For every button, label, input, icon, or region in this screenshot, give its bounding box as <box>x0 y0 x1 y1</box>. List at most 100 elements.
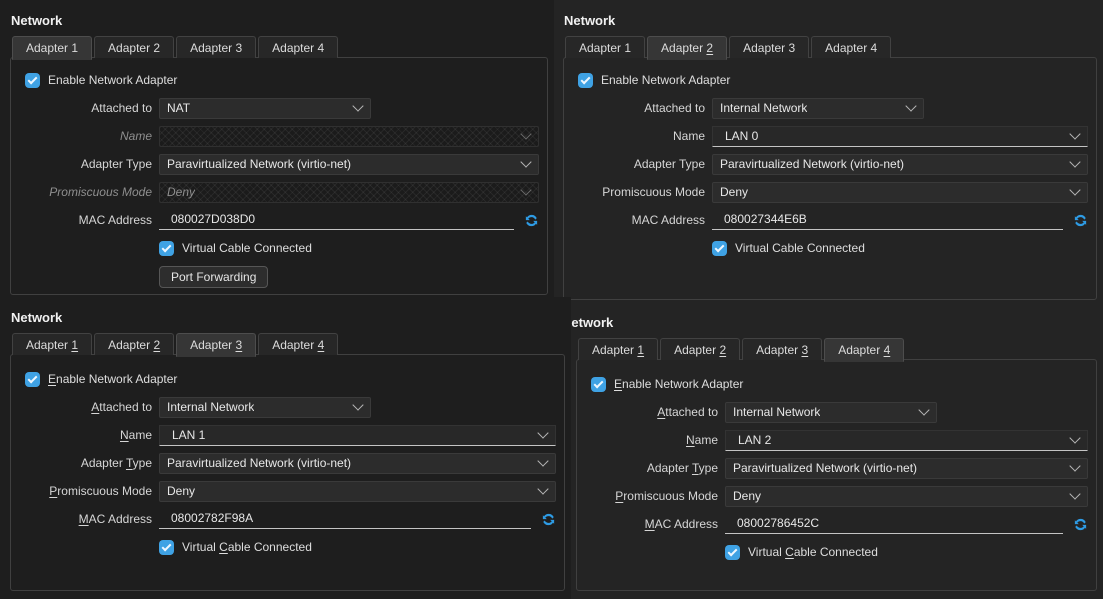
mac-address-field[interactable] <box>712 210 1063 230</box>
mac-address-row: MAC Address <box>11 509 564 529</box>
virtual-cable-checkbox[interactable] <box>159 241 174 256</box>
mac-address-label: MAC Address <box>564 213 712 227</box>
virtual-cable-checkbox[interactable] <box>712 241 727 256</box>
attached-to-select[interactable]: Internal Network <box>725 402 937 423</box>
generate-mac-button[interactable] <box>523 212 539 228</box>
generate-mac-button[interactable] <box>1072 212 1088 228</box>
attached-to-select[interactable]: Internal Network <box>712 98 924 119</box>
name-row: Name LAN 0 <box>564 126 1096 146</box>
enable-network-adapter-checkbox[interactable] <box>578 73 593 88</box>
mac-address-field[interactable] <box>725 514 1063 534</box>
name-select[interactable]: LAN 2 <box>725 430 1088 451</box>
name-select[interactable]: LAN 1 <box>159 425 556 446</box>
adapter-type-label: Adapter Type <box>11 456 159 470</box>
name-select[interactable]: LAN 0 <box>712 126 1088 147</box>
tab-adapter-1[interactable]: Adapter 1 <box>565 36 645 58</box>
network-settings-window-adapter2: Network Adapter 1 Adapter 2 Adapter 3 Ad… <box>553 0 1103 302</box>
chevron-down-icon <box>520 128 531 139</box>
virtual-cable-row: Virtual Cable Connected <box>725 542 1096 562</box>
tab-adapter-3[interactable]: Adapter 3 <box>742 338 822 360</box>
promiscuous-mode-select[interactable]: Deny <box>159 481 556 502</box>
tab-adapter-1[interactable]: Adapter 1 <box>12 36 92 60</box>
mac-address-label: MAC Address <box>11 213 159 227</box>
tab-adapter-4[interactable]: Adapter 4 <box>258 36 338 58</box>
mac-address-label: MAC Address <box>577 517 725 531</box>
attached-to-value: Internal Network <box>733 405 820 419</box>
network-settings-window-adapter3: Network Adapter 1 Adapter 2 Adapter 3 Ad… <box>0 297 571 599</box>
adapter-type-value: Paravirtualized Network (virtio-net) <box>720 157 904 171</box>
attached-to-label: Attached to <box>11 400 159 414</box>
tab-adapter-2[interactable]: Adapter 2 <box>660 338 740 360</box>
enable-network-adapter-checkbox[interactable] <box>591 377 606 392</box>
refresh-icon <box>541 512 556 527</box>
adapter-tabbar: Adapter 1 Adapter 2 Adapter 3 Adapter 4 <box>578 338 904 362</box>
adapter-type-label: Adapter Type <box>11 157 159 171</box>
promiscuous-mode-row: Promiscuous Mode Deny <box>577 486 1096 506</box>
attached-to-row: Attached to Internal Network <box>577 402 1096 422</box>
generate-mac-button[interactable] <box>540 511 556 527</box>
virtual-cable-row: Virtual Cable Connected <box>159 238 547 258</box>
chevron-down-icon <box>905 100 916 111</box>
adapter-type-row: Adapter Type Paravirtualized Network (vi… <box>11 453 564 473</box>
virtual-cable-checkbox[interactable] <box>725 545 740 560</box>
name-row: Name LAN 1 <box>11 425 564 445</box>
attached-to-select[interactable]: NAT <box>159 98 371 119</box>
refresh-icon <box>1073 213 1088 228</box>
enable-network-adapter-checkbox[interactable] <box>25 73 40 88</box>
adapter-type-label: Adapter Type <box>564 157 712 171</box>
tab-adapter-2[interactable]: Adapter 2 <box>647 36 727 60</box>
chevron-down-icon <box>1069 128 1080 139</box>
enable-network-adapter-label: Enable Network Adapter <box>48 73 177 87</box>
enable-network-adapter-row: Enable Network Adapter <box>577 374 1096 394</box>
chevron-down-icon <box>1069 156 1080 167</box>
promiscuous-mode-select[interactable]: Deny <box>725 486 1088 507</box>
name-value: LAN 2 <box>738 433 771 447</box>
port-forwarding-button[interactable]: Port Forwarding <box>159 266 268 288</box>
attached-to-label: Attached to <box>577 405 725 419</box>
tab-adapter-2[interactable]: Adapter 2 <box>94 36 174 58</box>
tab-adapter-4[interactable]: Adapter 4 <box>824 338 904 362</box>
attached-to-select[interactable]: Internal Network <box>159 397 371 418</box>
tab-adapter-3[interactable]: Adapter 3 <box>729 36 809 58</box>
attached-to-label: Attached to <box>11 101 159 115</box>
adapter-type-select[interactable]: Paravirtualized Network (virtio-net) <box>725 458 1088 479</box>
mac-address-field[interactable] <box>159 210 514 230</box>
promiscuous-mode-select[interactable]: Deny <box>712 182 1088 203</box>
chevron-down-icon <box>537 483 548 494</box>
enable-network-adapter-checkbox[interactable] <box>25 372 40 387</box>
name-label: Name <box>564 129 712 143</box>
page-title: Network <box>11 13 62 28</box>
adapter-tabbar: Adapter 1 Adapter 2 Adapter 3 Adapter 4 <box>12 36 338 60</box>
promiscuous-mode-label: Promiscuous Mode <box>564 185 712 199</box>
adapter-type-select[interactable]: Paravirtualized Network (virtio-net) <box>159 154 539 175</box>
adapter-tabbar: Adapter 1 Adapter 2 Adapter 3 Adapter 4 <box>12 333 338 357</box>
tab-adapter-3[interactable]: Adapter 3 <box>176 333 256 357</box>
adapter-type-select[interactable]: Paravirtualized Network (virtio-net) <box>159 453 556 474</box>
page-title: Network <box>564 13 615 28</box>
port-forwarding-row: Port Forwarding <box>159 266 547 288</box>
promiscuous-mode-label: Promiscuous Mode <box>577 489 725 503</box>
adapter-settings-group: Enable Network Adapter Attached to Inter… <box>563 57 1097 300</box>
adapter-type-label: Adapter Type <box>577 461 725 475</box>
tab-adapter-3[interactable]: Adapter 3 <box>176 36 256 58</box>
mac-address-row: MAC Address <box>11 210 547 230</box>
promiscuous-mode-value: Deny <box>167 484 195 498</box>
adapter-type-value: Paravirtualized Network (virtio-net) <box>733 461 917 475</box>
refresh-icon <box>1073 517 1088 532</box>
chevron-down-icon <box>1069 460 1080 471</box>
mac-address-field[interactable] <box>159 509 531 529</box>
enable-network-adapter-row: Enable Network Adapter <box>11 369 564 389</box>
tab-adapter-4[interactable]: Adapter 4 <box>258 333 338 355</box>
tab-adapter-4[interactable]: Adapter 4 <box>811 36 891 58</box>
tab-adapter-1[interactable]: Adapter 1 <box>12 333 92 355</box>
virtual-cable-checkbox[interactable] <box>159 540 174 555</box>
generate-mac-button[interactable] <box>1072 516 1088 532</box>
chevron-down-icon <box>352 399 363 410</box>
chevron-down-icon <box>1069 488 1080 499</box>
tab-adapter-1[interactable]: Adapter 1 <box>578 338 658 360</box>
tab-adapter-2[interactable]: Adapter 2 <box>94 333 174 355</box>
adapter-type-select[interactable]: Paravirtualized Network (virtio-net) <box>712 154 1088 175</box>
virtual-cable-label: Virtual Cable Connected <box>748 545 878 559</box>
adapter-settings-group: Enable Network Adapter Attached to NAT N… <box>10 57 548 295</box>
adapter-settings-group: Enable Network Adapter Attached to Inter… <box>10 354 565 591</box>
